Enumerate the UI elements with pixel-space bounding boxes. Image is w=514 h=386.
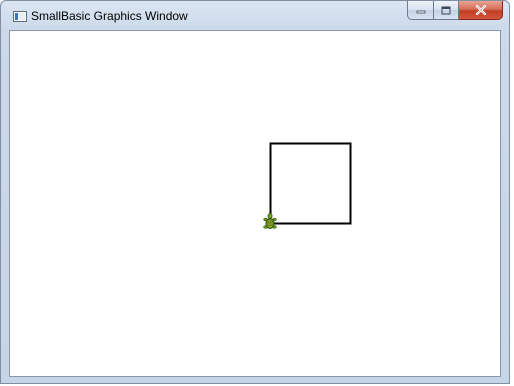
smallbasic-window-icon: [13, 11, 27, 22]
caption-buttons: [407, 1, 503, 21]
canvas-drawing-surface: [263, 142, 352, 229]
minimize-button[interactable]: [407, 1, 433, 20]
graphics-window: SmallBasic Graphics Window: [0, 0, 510, 384]
title-bar[interactable]: SmallBasic Graphics Window: [1, 1, 509, 30]
close-button[interactable]: [459, 1, 503, 20]
close-icon: [475, 5, 486, 15]
window-title: SmallBasic Graphics Window: [31, 9, 188, 23]
drawn-square: [269, 142, 352, 225]
maximize-icon: [441, 6, 451, 14]
minimize-icon: [416, 10, 425, 14]
maximize-button[interactable]: [433, 1, 459, 20]
graphics-canvas[interactable]: [9, 30, 501, 377]
turtle-icon[interactable]: [263, 213, 277, 229]
